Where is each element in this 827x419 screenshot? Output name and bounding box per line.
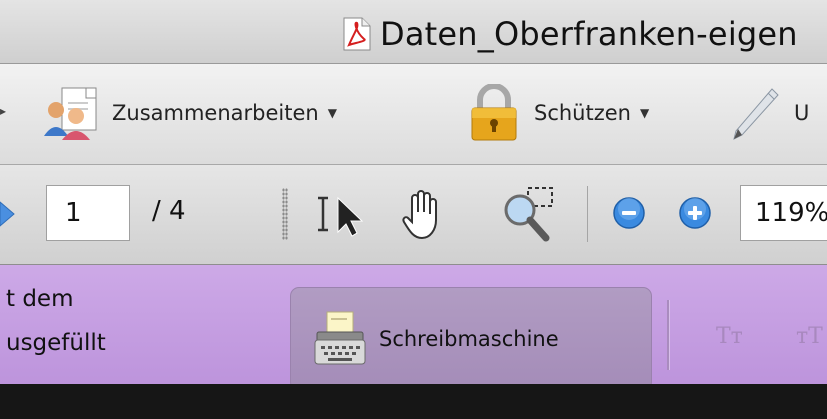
document-area-edge — [0, 384, 827, 419]
select-tool-button[interactable] — [310, 188, 370, 240]
protect-button[interactable]: Schützen ▼ — [468, 84, 650, 141]
text-size-increase-icon[interactable]: тT — [796, 324, 823, 349]
text-size-decrease-icon[interactable]: Tт — [716, 324, 743, 349]
padlock-icon — [471, 84, 517, 141]
pdf-file-icon — [343, 17, 371, 51]
sign-label: U — [794, 101, 810, 125]
typewriter-icon — [314, 311, 366, 365]
zoom-level-input[interactable] — [740, 185, 827, 241]
form-info-line-1: t dem — [6, 286, 74, 312]
collaborate-label: Zusammenarbeiten — [112, 101, 319, 125]
zoom-in-icon — [679, 197, 711, 229]
form-info-line-2: usgefüllt — [6, 330, 106, 356]
chevron-down-icon: ▼ — [639, 106, 650, 120]
toolbar-grip[interactable] — [282, 188, 288, 240]
window-title-group: Daten_Oberfranken-eigen — [342, 14, 798, 54]
hand-tool-button[interactable] — [398, 186, 452, 242]
collaborate-icon — [44, 87, 97, 140]
main-toolbar: ▸ Zusammenarbeiten ▼ Schützen ▼ U — [0, 64, 827, 165]
typewriter-label: Schreibmaschine — [379, 327, 559, 351]
chevron-left-caret-icon[interactable]: ▸ — [0, 104, 6, 118]
protect-label: Schützen — [534, 101, 631, 125]
zoom-in-button[interactable] — [678, 196, 712, 230]
typewriter-divider — [667, 300, 670, 370]
window-title: Daten_Oberfranken-eigen — [380, 15, 798, 53]
zoom-out-icon — [613, 197, 645, 229]
next-page-arrow-icon[interactable] — [0, 198, 16, 230]
collaborate-button[interactable]: Zusammenarbeiten ▼ — [42, 86, 337, 140]
page-number-input[interactable] — [46, 185, 130, 241]
hand-icon — [402, 190, 437, 240]
marquee-zoom-button[interactable] — [496, 184, 560, 244]
sign-button[interactable]: U — [730, 86, 809, 140]
window-titlebar: Daten_Oberfranken-eigen — [0, 0, 827, 64]
magnifier-icon — [504, 187, 553, 242]
zoom-out-button[interactable] — [612, 196, 646, 230]
toolbar-divider — [587, 186, 588, 242]
pen-icon — [733, 88, 779, 140]
page-total-label: / 4 — [152, 196, 186, 226]
chevron-down-icon: ▼ — [327, 106, 337, 120]
typewriter-button[interactable]: Schreibmaschine — [290, 287, 652, 391]
text-select-arrow-icon — [318, 196, 364, 237]
